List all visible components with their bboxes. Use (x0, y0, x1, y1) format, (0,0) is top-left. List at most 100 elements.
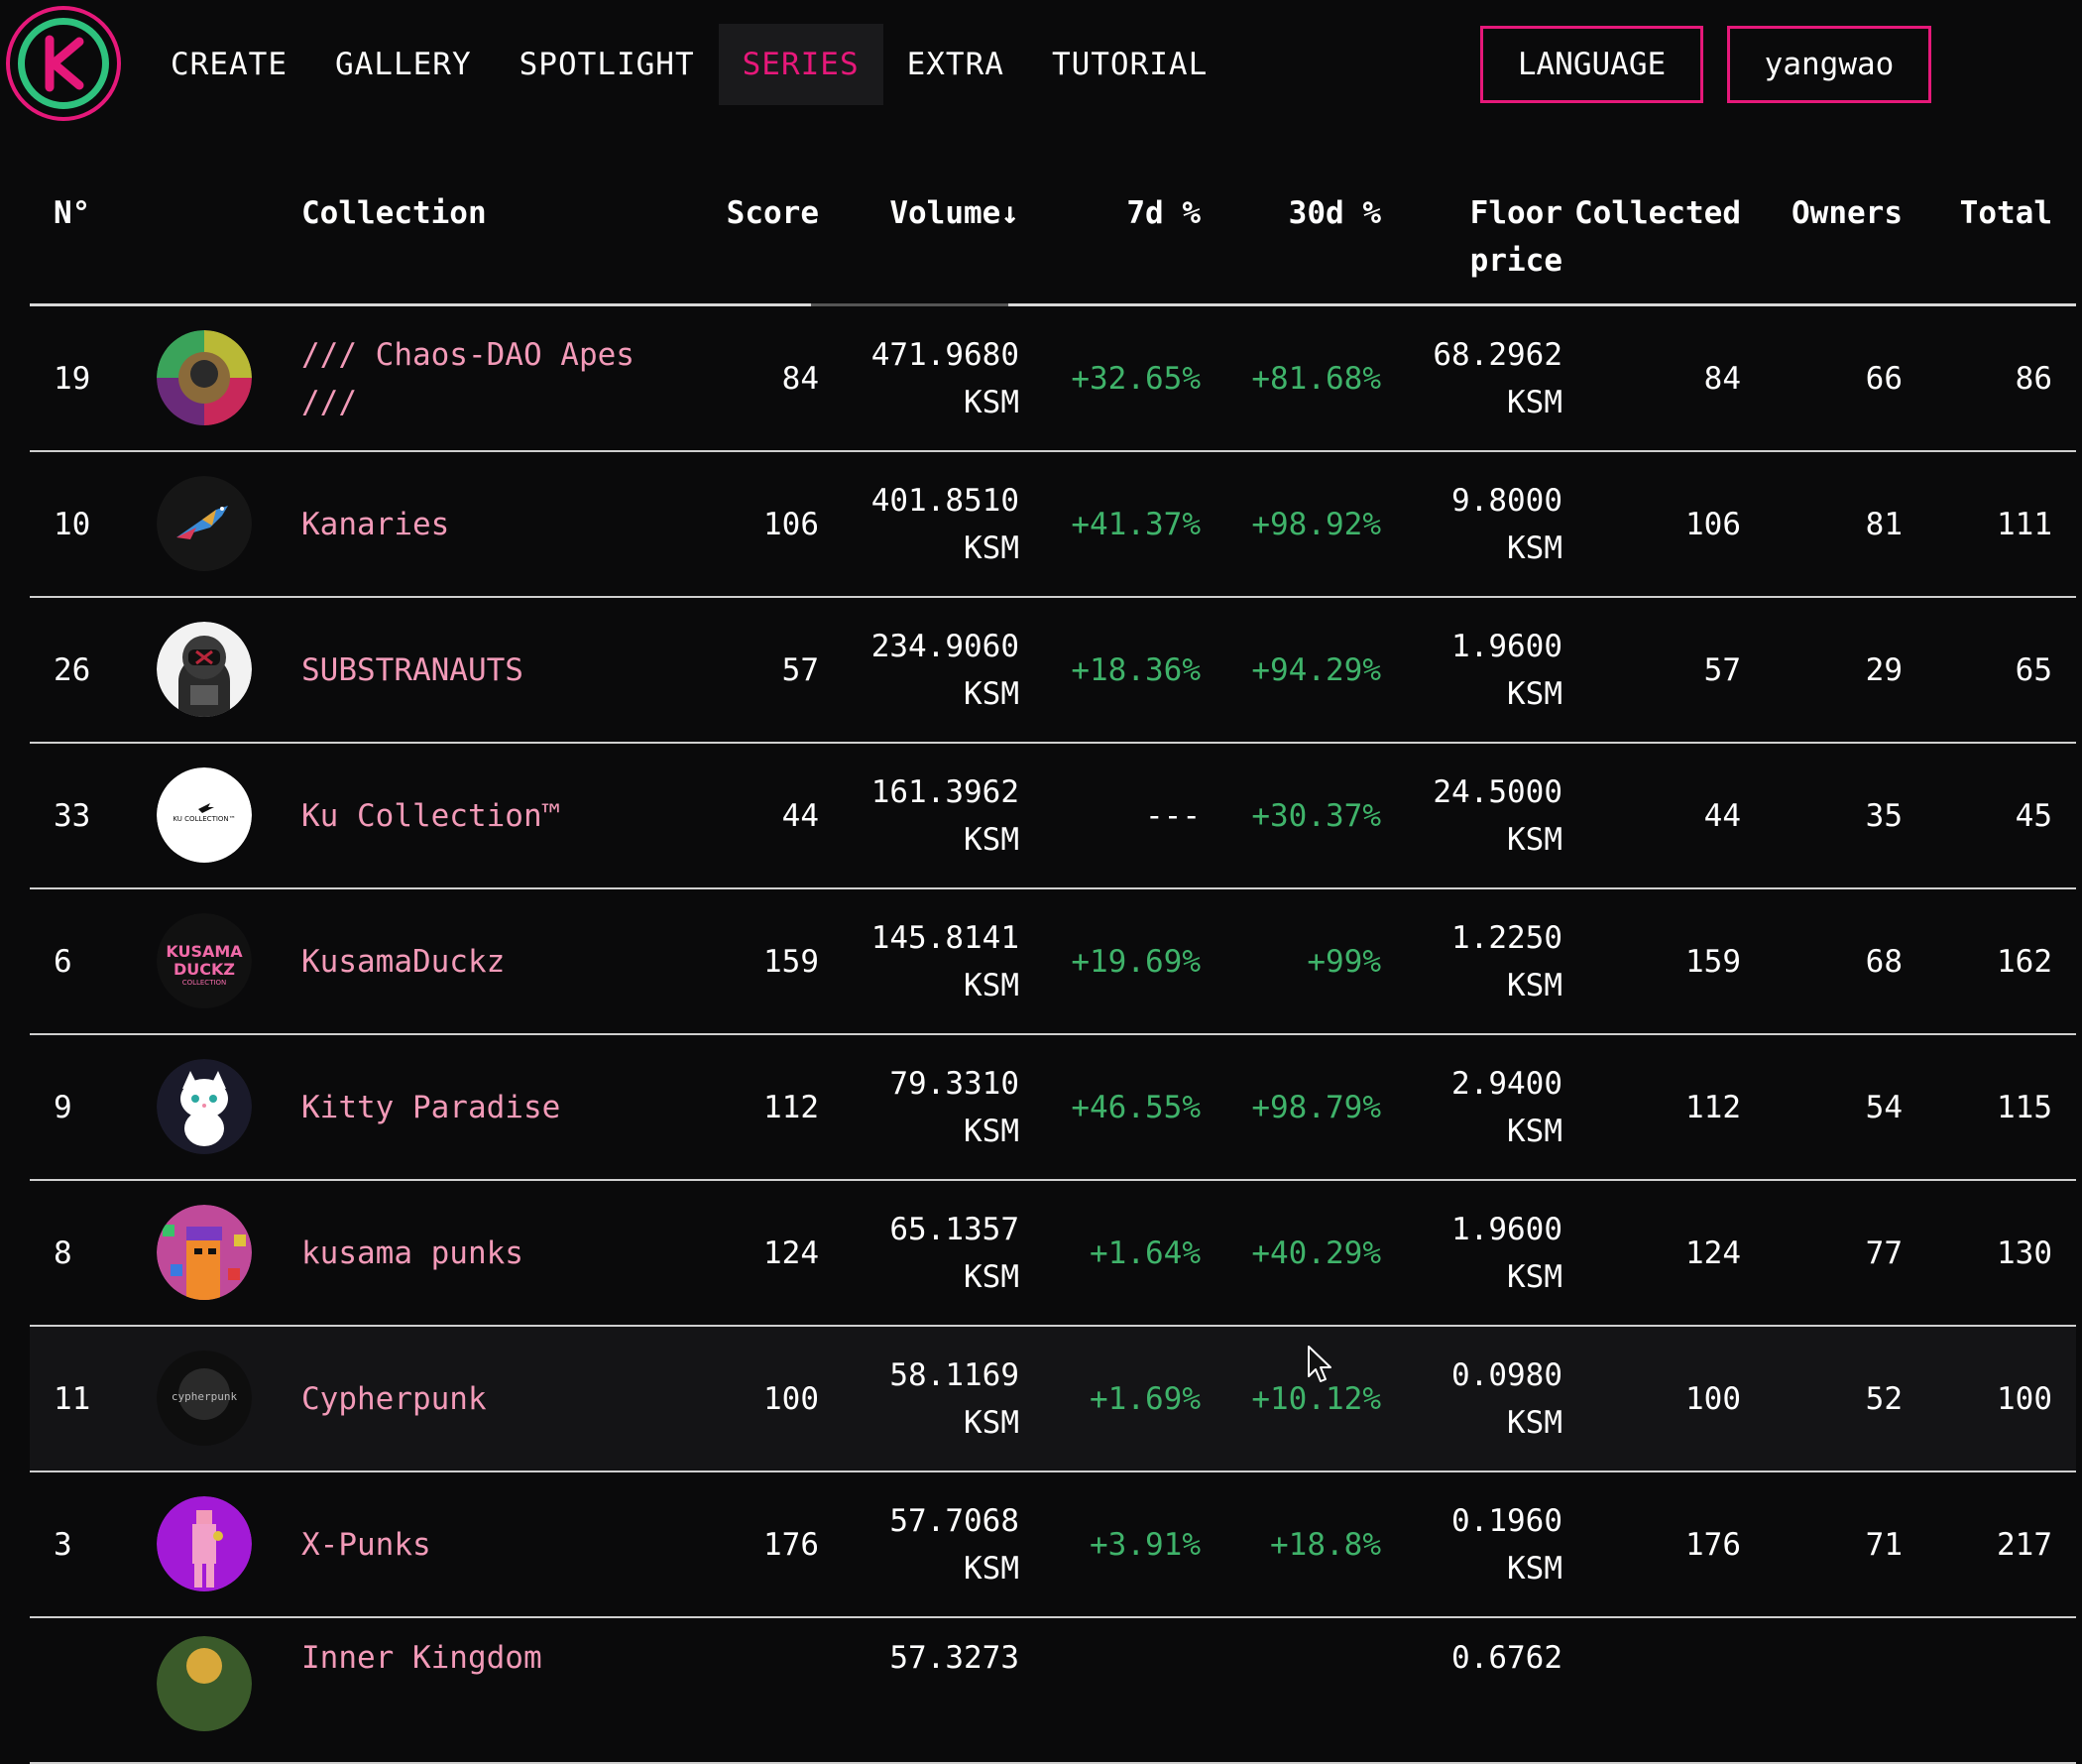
svg-text:COLLECTION: COLLECTION (182, 979, 227, 987)
score: 84 (781, 360, 819, 397)
table-row[interactable]: 26 SUBSTRANAUTS 57 234.9060 KSM +18.36% … (30, 598, 2076, 744)
volume: 79.3310 KSM (889, 1060, 1019, 1155)
score: 176 (763, 1526, 819, 1563)
chaos-dao-apes-avatar[interactable] (157, 330, 252, 425)
floor-value: 1.9600 (1451, 1211, 1562, 1247)
score: 112 (763, 1089, 819, 1125)
table-row[interactable]: 33 KU COLLECTION™ Ku Collection™ 44 161.… (30, 744, 2076, 889)
score: 44 (781, 797, 819, 834)
floor-price: 24.5000 KSM (1433, 768, 1562, 864)
account-button[interactable]: yangwao (1727, 26, 1931, 103)
volume-unit: KSM (964, 967, 1019, 1003)
floor-value: 1.9600 (1451, 628, 1562, 664)
kitty-paradise-cat-avatar[interactable] (157, 1059, 252, 1154)
change-7d: +46.55% (1071, 1089, 1201, 1125)
floor-value: 0.1960 (1451, 1502, 1562, 1539)
cypherpunk-avatar[interactable]: cypherpunk (157, 1351, 252, 1446)
collected: 84 (1703, 360, 1741, 397)
header-collected[interactable]: Collected (1574, 189, 1741, 237)
change-7d: +1.64% (1090, 1235, 1201, 1271)
floor-unit: KSM (1507, 967, 1562, 1003)
x-punks-avatar[interactable] (157, 1496, 252, 1591)
score: 124 (763, 1235, 819, 1271)
floor-value: 24.5000 (1433, 773, 1562, 810)
floor-price: 9.8000 KSM (1451, 477, 1562, 572)
floor-unit: KSM (1507, 1113, 1562, 1149)
ku-collection-avatar[interactable]: KU COLLECTION™ (157, 767, 252, 863)
nav-spotlight[interactable]: SPOTLIGHT (496, 24, 719, 105)
table-row[interactable]: 8 kusama punks 124 65.1357 KSM +1.64% +4… (30, 1181, 2076, 1327)
header-collection[interactable]: Collection (301, 189, 487, 237)
collection-name[interactable]: Ku Collection™ (301, 792, 678, 840)
inner-kingdom-avatar[interactable] (157, 1636, 252, 1731)
nav-gallery[interactable]: GALLERY (311, 24, 496, 105)
collection-name[interactable]: X-Punks (301, 1521, 678, 1569)
kusama-punks-avatar[interactable] (157, 1205, 252, 1300)
table-row[interactable]: 9 Kitty Paradise 112 79.3310 KSM +46.55%… (30, 1035, 2076, 1181)
floor-value: 1.2250 (1451, 919, 1562, 956)
mouse-cursor-icon (1308, 1346, 1331, 1382)
floor-unit: KSM (1507, 675, 1562, 712)
change-30d: +40.29% (1251, 1235, 1381, 1271)
change-30d: +18.8% (1270, 1526, 1381, 1563)
kodadot-logo[interactable] (6, 6, 121, 121)
collection-name[interactable]: KusamaDuckz (301, 938, 678, 986)
volume-value: 234.9060 (870, 628, 1019, 664)
volume: 471.9680 KSM (871, 331, 1019, 426)
change-7d: +3.91% (1090, 1526, 1201, 1563)
nav-extra[interactable]: EXTRA (883, 24, 1028, 105)
total: 162 (1997, 943, 2052, 980)
table-row[interactable]: 11 cypherpunk Cypherpunk 100 58.1169 KSM… (30, 1327, 2076, 1472)
collection-name[interactable]: Kanaries (301, 501, 678, 548)
collection-name[interactable]: kusama punks (301, 1230, 678, 1277)
row-number: 33 (54, 797, 91, 834)
header-score[interactable]: Score (727, 189, 819, 237)
total: 45 (2015, 797, 2052, 834)
collection-name[interactable]: Inner Kingdom (301, 1634, 678, 1682)
kanaries-bird-avatar[interactable] (157, 476, 252, 571)
table-row[interactable]: 6 KUSAMA DUCKZ COLLECTION KusamaDuckz 15… (30, 889, 2076, 1035)
header-total[interactable]: Total (1960, 189, 2052, 237)
volume-unit: KSM (964, 1113, 1019, 1149)
collected: 176 (1685, 1526, 1741, 1563)
kusama-duckz-avatar[interactable]: KUSAMA DUCKZ COLLECTION (157, 913, 252, 1008)
language-button[interactable]: LANGUAGE (1480, 26, 1703, 103)
header-floor-price[interactable]: Floor price (1470, 189, 1562, 285)
table-row[interactable]: 19 /// Chaos-DAO Apes /// 84 471.9680 KS… (30, 306, 2076, 452)
table-row[interactable]: 10 Kanaries 106 401.8510 KSM +41.37% +98… (30, 452, 2076, 598)
total: 100 (1997, 1380, 2052, 1417)
change-7d: +1.69% (1090, 1380, 1201, 1417)
floor-unit: KSM (1507, 529, 1562, 566)
change-30d: +81.68% (1251, 360, 1381, 397)
row-number: 3 (54, 1526, 72, 1563)
row-number: 19 (54, 360, 91, 397)
nav-tutorial[interactable]: TUTORIAL (1028, 24, 1231, 105)
floor-price: 2.9400 KSM (1451, 1060, 1562, 1155)
header-30d[interactable]: 30d % (1289, 189, 1381, 237)
score: 159 (763, 943, 819, 980)
volume: 57.7068 KSM (889, 1497, 1019, 1592)
floor-value: 0.0980 (1451, 1356, 1562, 1393)
collection-name[interactable]: Kitty Paradise (301, 1084, 678, 1131)
floor-unit: KSM (1507, 1258, 1562, 1295)
floor-value: 0.6762 (1451, 1640, 1562, 1676)
header-7d[interactable]: 7d % (1126, 189, 1201, 237)
volume-value: 145.8141 (870, 919, 1019, 956)
k-logo-icon (45, 35, 84, 92)
collection-name[interactable]: Cypherpunk (301, 1375, 678, 1423)
nav-create[interactable]: CREATE (147, 24, 311, 105)
owners: 54 (1865, 1089, 1903, 1125)
collection-name[interactable]: SUBSTRANAUTS (301, 647, 678, 694)
collection-name[interactable]: /// Chaos-DAO Apes /// (301, 331, 678, 426)
header-volume[interactable]: Volume↓ (889, 189, 1019, 237)
change-7d: +19.69% (1071, 943, 1201, 980)
nav-series[interactable]: SERIES (718, 24, 883, 105)
owners: 52 (1865, 1380, 1903, 1417)
total: 86 (2015, 360, 2052, 397)
table-row[interactable]: Inner Kingdom 57.3273 0.6762 (30, 1618, 2076, 1764)
header-owners[interactable]: Owners (1792, 189, 1903, 237)
substranauts-astronaut-avatar[interactable] (157, 622, 252, 717)
collected: 100 (1685, 1380, 1741, 1417)
table-row[interactable]: 3 X-Punks 176 57.7068 KSM +3.91% +18.8% … (30, 1472, 2076, 1618)
score: 100 (763, 1380, 819, 1417)
